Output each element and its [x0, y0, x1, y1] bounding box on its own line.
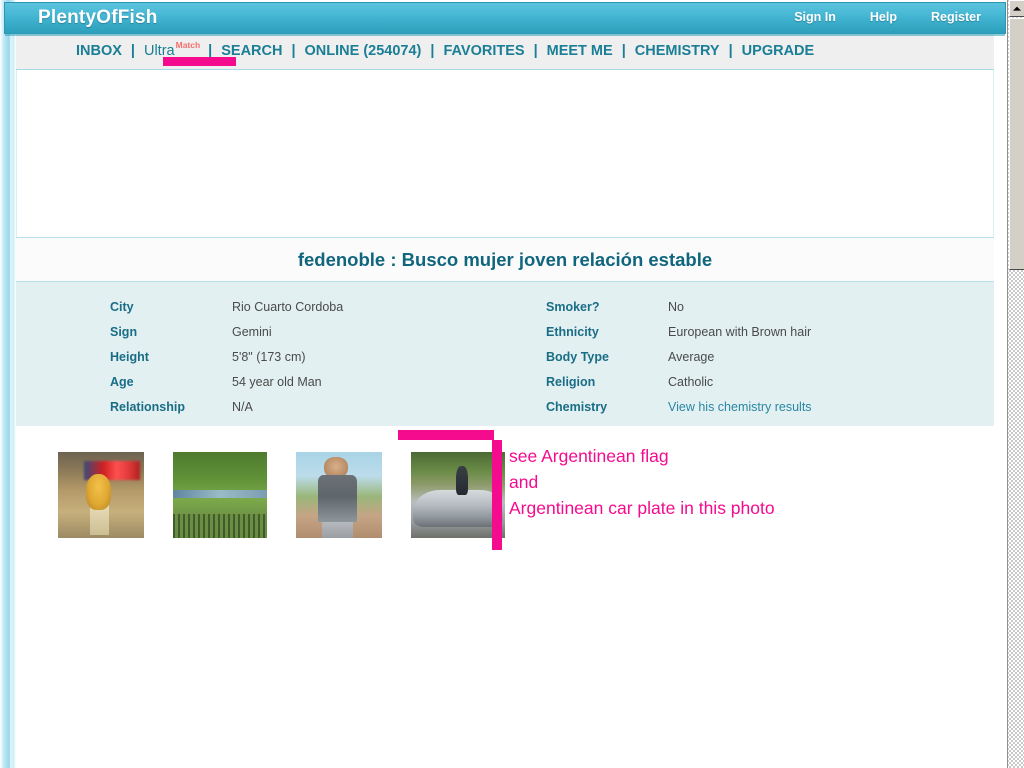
nav-item-meet-me[interactable]: MEET ME [547, 43, 613, 59]
left-gutter-decoration [0, 0, 16, 768]
detail-label-smoker: Smoker? [546, 300, 600, 314]
thumbnail-strip [58, 452, 505, 538]
advertisement-area [16, 70, 994, 237]
nav-separator: | [291, 42, 296, 59]
thumbnail-3-detail [321, 519, 353, 538]
detail-label-sign: Sign [110, 325, 138, 339]
annotation-line-3: Argentinean car plate in this photo [509, 498, 775, 518]
profile-details-panel: City Rio Cuarto Cordoba Sign Gemini Heig… [16, 282, 994, 426]
detail-label-ethnicity: Ethnicity [546, 325, 599, 339]
profile-title: fedenoble : Busco mujer joven relación e… [297, 248, 713, 270]
detail-label-relationship: Relationship [110, 400, 186, 414]
detail-value-height: 5'8" (173 cm) [232, 350, 306, 364]
annotation-line-1: see Argentinean flag [509, 446, 669, 466]
thumbnail-photo-2[interactable] [173, 452, 267, 538]
detail-label-religion: Religion [546, 375, 596, 389]
detail-value-relationship: N/A [232, 400, 253, 414]
detail-row-ethnicity: Ethnicity European with Brown hair [546, 325, 812, 350]
photo-gallery-area: 100% Free [16, 426, 994, 768]
help-link[interactable]: Help [870, 10, 897, 24]
thumbnail-1-detail [89, 505, 109, 535]
detail-value-religion: Catholic [668, 375, 714, 389]
nav-separator: | [430, 42, 435, 59]
profile-details-right-column: Smoker? No Ethnicity European with Brown… [546, 300, 812, 425]
header-account-links: Sign In Help Register [794, 10, 981, 24]
active-tab-highlight-bar [163, 57, 236, 66]
nav-separator: | [130, 42, 135, 59]
sign-in-link[interactable]: Sign In [794, 10, 836, 24]
detail-row-sign: Sign Gemini [110, 325, 343, 350]
thumbnail-photo-3[interactable] [296, 452, 382, 538]
detail-row-height: Height 5'8" (173 cm) [110, 350, 343, 375]
detail-label-city: City [110, 300, 134, 314]
nav-separator: | [621, 42, 626, 59]
chemistry-results-link[interactable]: View his chemistry results [668, 400, 812, 414]
annotation-text: see Argentinean flag and Argentinean car… [509, 443, 775, 521]
detail-value-city: Rio Cuarto Cordoba [232, 300, 344, 314]
site-logo[interactable]: PlentyOfFish [38, 7, 158, 29]
detail-value-ethnicity: European with Brown hair [668, 325, 812, 339]
detail-row-city: City Rio Cuarto Cordoba [110, 300, 343, 325]
detail-row-relationship: Relationship N/A [110, 400, 343, 425]
nav-item-upgrade[interactable]: UPGRADE [742, 43, 815, 59]
nav-item-ultra-superscript: Match [175, 40, 201, 50]
nav-item-inbox[interactable]: INBOX [76, 43, 122, 59]
left-gutter-line [10, 30, 13, 768]
scrollbar-thumb[interactable] [1009, 18, 1024, 270]
chevron-up-icon [1013, 6, 1021, 11]
annotation-bracket-top [398, 430, 494, 440]
vertical-scrollbar[interactable] [1007, 0, 1024, 768]
detail-value-smoker: No [668, 300, 684, 314]
detail-row-age: Age 54 year old Man [110, 375, 343, 400]
detail-row-chemistry: Chemistry View his chemistry results [546, 400, 812, 425]
thumbnail-photo-1[interactable] [58, 452, 144, 538]
nav-separator: | [533, 42, 538, 59]
nav-separator: | [728, 42, 733, 59]
detail-row-religion: Religion Catholic [546, 375, 812, 400]
nav-item-online[interactable]: ONLINE (254074) [305, 43, 422, 59]
detail-value-body-type: Average [668, 350, 715, 364]
browser-page: PlentyOfFish Sign In Help Register INBOX… [0, 0, 1024, 768]
profile-details-left-column: City Rio Cuarto Cordoba Sign Gemini Heig… [110, 300, 343, 425]
detail-value-sign: Gemini [232, 325, 272, 339]
thumbnail-photo-4[interactable] [411, 452, 505, 538]
site-header: PlentyOfFish Sign In Help Register [4, 2, 1006, 36]
detail-row-body-type: Body Type Average [546, 350, 812, 375]
profile-title-band: fedenoble : Busco mujer joven relación e… [16, 237, 994, 282]
nav-item-chemistry[interactable]: CHEMISTRY [635, 43, 720, 59]
detail-label-chemistry: Chemistry [546, 400, 608, 414]
scrollbar-up-button[interactable] [1009, 0, 1024, 17]
detail-value-age: 54 year old Man [232, 375, 322, 389]
detail-row-smoker: Smoker? No [546, 300, 812, 325]
annotation-bracket-side [492, 440, 502, 550]
nav-item-favorites[interactable]: FAVORITES [443, 43, 524, 59]
scrollbar-track[interactable] [1009, 270, 1024, 768]
detail-label-height: Height [110, 350, 149, 364]
register-link[interactable]: Register [931, 10, 981, 24]
detail-label-age: Age [110, 375, 134, 389]
detail-label-body-type: Body Type [546, 350, 609, 364]
annotation-line-2: and [509, 472, 539, 492]
